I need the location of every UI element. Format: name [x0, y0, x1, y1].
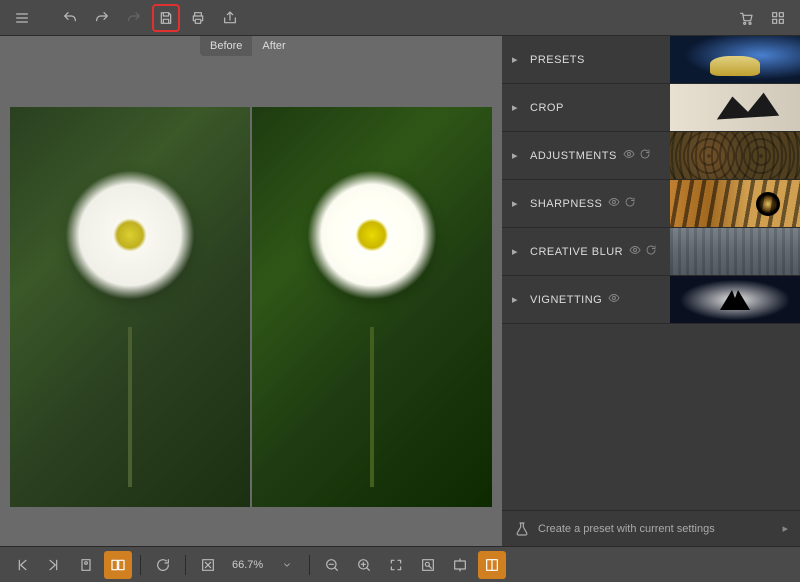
- visibility-icon[interactable]: [629, 244, 641, 259]
- pan-button[interactable]: [446, 551, 474, 579]
- reset-icon[interactable]: [624, 196, 636, 211]
- panel-label: VIGNETTING: [530, 294, 602, 306]
- panel-adjustments[interactable]: ▸ADJUSTMENTS: [502, 132, 800, 180]
- panel-presets[interactable]: ▸PRESETS: [502, 36, 800, 84]
- panel-label: ADJUSTMENTS: [530, 150, 617, 162]
- panel-label: CROP: [530, 102, 564, 114]
- zoom-out-button[interactable]: [318, 551, 346, 579]
- zoom-in-button[interactable]: [350, 551, 378, 579]
- prev-image-button[interactable]: [8, 551, 36, 579]
- panel-thumbnail: [670, 132, 800, 180]
- navigator-button[interactable]: [414, 551, 442, 579]
- visibility-icon[interactable]: [608, 196, 620, 211]
- visibility-icon[interactable]: [623, 148, 635, 163]
- single-view-button[interactable]: [72, 551, 100, 579]
- panel-label: SHARPNESS: [530, 198, 602, 210]
- panel-sharpness[interactable]: ▸SHARPNESS: [502, 180, 800, 228]
- menu-button[interactable]: [8, 4, 36, 32]
- save-button[interactable]: [152, 4, 180, 32]
- actual-size-button[interactable]: [382, 551, 410, 579]
- grid-button[interactable]: [764, 4, 792, 32]
- reset-icon[interactable]: [639, 148, 651, 163]
- panel-thumbnail: [670, 84, 800, 132]
- create-preset-label: Create a preset with current settings: [538, 523, 715, 535]
- compare-view-button[interactable]: [104, 551, 132, 579]
- rotate-button[interactable]: [149, 551, 177, 579]
- chevron-right-icon: ▸: [782, 522, 788, 535]
- before-after-labels: Before After: [200, 36, 296, 56]
- fit-window-button[interactable]: [478, 551, 506, 579]
- panel-label: CREATIVE BLUR: [530, 246, 623, 258]
- before-image: [10, 107, 250, 507]
- panel-thumbnail: [670, 228, 800, 276]
- share-button[interactable]: [216, 4, 244, 32]
- redo-item-button[interactable]: [88, 4, 116, 32]
- zoom-dropdown[interactable]: [273, 551, 301, 579]
- side-panel: ▸PRESETS▸CROP▸ADJUSTMENTS▸SHARPNESS▸CREA…: [502, 36, 800, 546]
- panel-thumbnail: [670, 36, 800, 84]
- panel-crop[interactable]: ▸CROP: [502, 84, 800, 132]
- print-button[interactable]: [184, 4, 212, 32]
- create-preset-button[interactable]: Create a preset with current settings ▸: [502, 510, 800, 546]
- fit-screen-button[interactable]: [194, 551, 222, 579]
- undo-button[interactable]: [56, 4, 84, 32]
- flask-icon: [514, 521, 530, 537]
- bottom-toolbar: 66.7%: [0, 546, 800, 582]
- panel-thumbnail: [670, 276, 800, 324]
- after-label: After: [252, 36, 295, 56]
- panel-label: PRESETS: [530, 54, 585, 66]
- next-image-button[interactable]: [40, 551, 68, 579]
- panel-vignetting[interactable]: ▸VIGNETTING: [502, 276, 800, 324]
- redo-button: [120, 4, 148, 32]
- reset-icon[interactable]: [645, 244, 657, 259]
- cart-button[interactable]: [732, 4, 760, 32]
- image-viewport[interactable]: [0, 36, 502, 546]
- before-label: Before: [200, 36, 252, 56]
- top-toolbar: [0, 0, 800, 36]
- zoom-value: 66.7%: [226, 559, 269, 571]
- main-area: ▸PRESETS▸CROP▸ADJUSTMENTS▸SHARPNESS▸CREA…: [0, 36, 800, 546]
- after-image: [252, 107, 492, 507]
- panel-creative-blur[interactable]: ▸CREATIVE BLUR: [502, 228, 800, 276]
- panel-thumbnail: [670, 180, 800, 228]
- visibility-icon[interactable]: [608, 292, 620, 307]
